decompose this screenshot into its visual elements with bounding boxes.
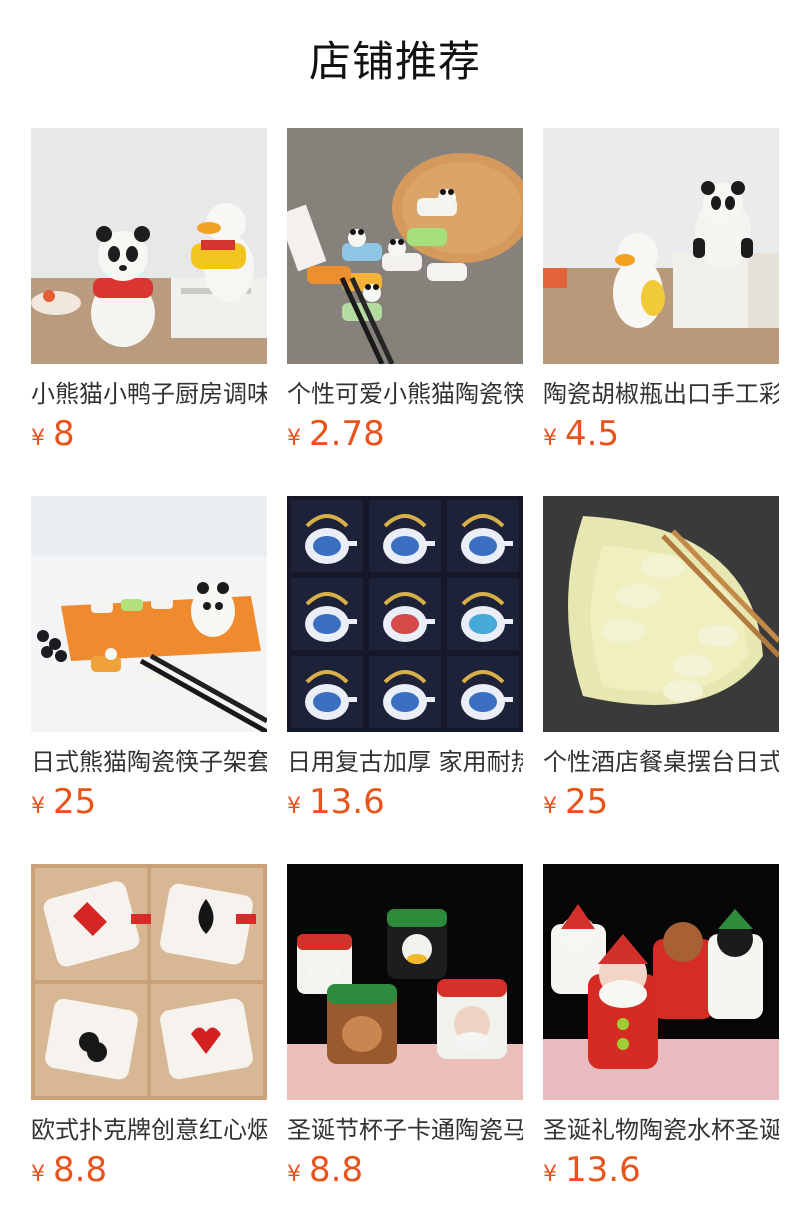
product-title[interactable]: 圣诞节杯子卡通陶瓷马克杯 — [287, 1113, 523, 1147]
currency-symbol: ¥ — [31, 426, 45, 451]
panda-duck-jars-image — [31, 128, 267, 364]
product-title[interactable]: 圣诞礼物陶瓷水杯圣诞老人 — [543, 1113, 779, 1147]
product-card[interactable]: 陶瓷胡椒瓶出口手工彩绘 ¥ 4.5 — [543, 128, 779, 454]
currency-symbol: ¥ — [287, 426, 301, 451]
currency-symbol: ¥ — [543, 426, 557, 451]
product-price: 8.8 — [53, 1150, 108, 1190]
product-title[interactable]: 欧式扑克牌创意红心烟灰缸 — [31, 1113, 267, 1147]
price-row: ¥ 8 — [31, 414, 75, 458]
price-row: ¥ 8.8 — [31, 1150, 107, 1194]
product-title[interactable]: 个性酒店餐桌摆台日式饺子盘 — [543, 745, 779, 779]
product-title[interactable]: 个性可爱小熊猫陶瓷筷子架 — [287, 377, 523, 411]
product-card[interactable]: 欧式扑克牌创意红心烟灰缸 ¥ 8.8 — [31, 864, 267, 1190]
pepper-bottles-image — [543, 128, 779, 364]
christmas-mugs-image — [287, 864, 523, 1100]
product-card[interactable]: 圣诞礼物陶瓷水杯圣诞老人 ¥ 13.6 — [543, 864, 779, 1190]
product-image-panda-chopstick-rests[interactable] — [287, 128, 523, 364]
price-row: ¥ 8.8 — [287, 1150, 363, 1194]
product-title[interactable]: 日用复古加厚 家用耐热茶壶 — [287, 745, 523, 779]
panda-chopstick-set-image — [31, 496, 267, 732]
product-card[interactable]: 个性酒店餐桌摆台日式饺子盘 ¥ 25 — [543, 496, 779, 822]
poker-ashtrays-image — [31, 864, 267, 1100]
section-header: 店铺推荐 — [0, 0, 790, 128]
christmas-cups-image — [543, 864, 779, 1100]
product-image-pepper-bottles[interactable] — [543, 128, 779, 364]
product-price: 8.8 — [309, 1150, 364, 1190]
currency-symbol: ¥ — [287, 1162, 301, 1187]
price-row: ¥ 13.6 — [543, 1150, 641, 1194]
chopstick-rests-image — [287, 128, 523, 364]
currency-symbol: ¥ — [31, 794, 45, 819]
price-row: ¥ 2.78 — [287, 414, 385, 458]
product-price: 13.6 — [309, 782, 385, 822]
product-image-dumpling-plate[interactable] — [543, 496, 779, 732]
product-card[interactable]: 日用复古加厚 家用耐热茶壶 ¥ 13.6 — [287, 496, 523, 822]
product-image-poker-ashtrays[interactable] — [31, 864, 267, 1100]
currency-symbol: ¥ — [287, 794, 301, 819]
product-image-panda-chopstick-set[interactable] — [31, 496, 267, 732]
currency-symbol: ¥ — [543, 794, 557, 819]
teapots-image — [287, 496, 523, 732]
product-price: 2.78 — [309, 414, 385, 454]
product-price: 8 — [53, 414, 75, 454]
price-row: ¥ 13.6 — [287, 782, 385, 826]
product-image-christmas-cups[interactable] — [543, 864, 779, 1100]
product-card[interactable]: 个性可爱小熊猫陶瓷筷子架 ¥ 2.78 — [287, 128, 523, 454]
currency-symbol: ¥ — [31, 1162, 45, 1187]
currency-symbol: ¥ — [543, 1162, 557, 1187]
price-row: ¥ 25 — [543, 782, 608, 826]
product-image-teapots[interactable] — [287, 496, 523, 732]
product-price: 25 — [53, 782, 97, 822]
product-card[interactable]: 圣诞节杯子卡通陶瓷马克杯 ¥ 8.8 — [287, 864, 523, 1190]
product-card[interactable]: 小熊猫小鸭子厨房调味罐 ¥ 8 — [31, 128, 267, 454]
product-card[interactable]: 日式熊猫陶瓷筷子架套装 ¥ 25 — [31, 496, 267, 822]
section-title: 店铺推荐 — [308, 36, 481, 86]
product-price: 13.6 — [565, 1150, 641, 1190]
product-price: 4.5 — [565, 414, 620, 454]
product-title[interactable]: 陶瓷胡椒瓶出口手工彩绘 — [543, 377, 779, 411]
product-title[interactable]: 小熊猫小鸭子厨房调味罐 — [31, 377, 267, 411]
product-grid: 小熊猫小鸭子厨房调味罐 ¥ 8 — [31, 128, 779, 1190]
price-row: ¥ 25 — [31, 782, 96, 826]
dumpling-plate-image — [543, 496, 779, 732]
product-price: 25 — [565, 782, 609, 822]
price-row: ¥ 4.5 — [543, 414, 619, 458]
product-title[interactable]: 日式熊猫陶瓷筷子架套装 — [31, 745, 267, 779]
product-image-christmas-mugs[interactable] — [287, 864, 523, 1100]
product-image-panda-duck-jars[interactable] — [31, 128, 267, 364]
